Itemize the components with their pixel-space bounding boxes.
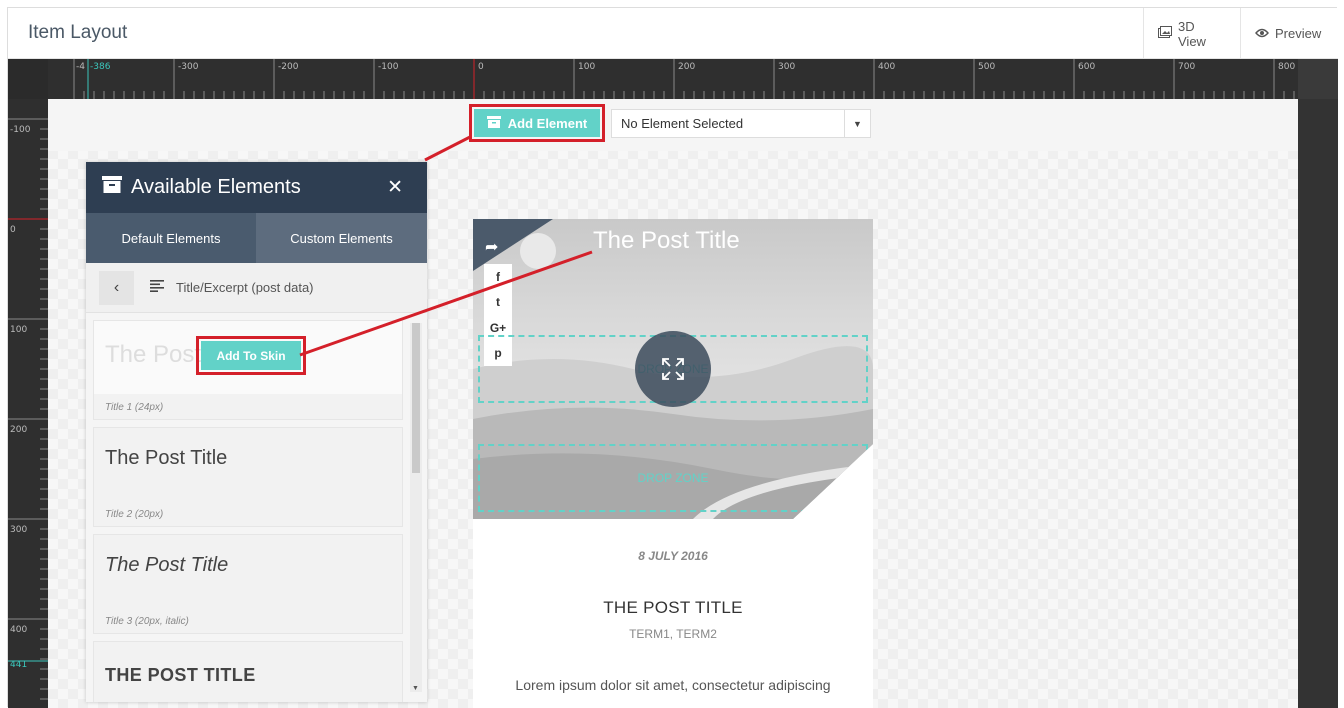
- v-ruler-label: 441: [10, 660, 28, 670]
- element-card-title-4[interactable]: THE POST TITLE: [93, 641, 403, 702]
- hero-image[interactable]: ➦ The Post Title f t G+ p DROP ZONE DROP…: [473, 219, 873, 519]
- expand-icon[interactable]: [635, 331, 711, 407]
- available-elements-panel: Available Elements ✕ Default Elements Cu…: [86, 162, 427, 702]
- workspace-right-gutter: [1298, 99, 1338, 708]
- add-to-skin-button[interactable]: Add To Skin: [196, 336, 306, 375]
- element-card-title-1[interactable]: The Post Title Add To Skin Title 1 (24px…: [93, 320, 403, 420]
- preview-button[interactable]: Preview: [1240, 8, 1338, 59]
- h-ruler-label: 500: [978, 62, 996, 72]
- post-terms[interactable]: TERM1, TERM2: [473, 627, 873, 641]
- post-title[interactable]: THE POST TITLE: [473, 598, 873, 618]
- v-ruler-label: 100: [10, 325, 28, 335]
- h-ruler-label: 800: [1278, 62, 1296, 72]
- eye-icon: [1255, 26, 1269, 41]
- h-ruler-label: 300: [778, 62, 796, 72]
- archive-icon: [486, 115, 501, 131]
- h-ruler-label: 200: [678, 62, 696, 72]
- post-excerpt[interactable]: Lorem ipsum dolor sit amet, consectetur …: [473, 677, 873, 693]
- layout-workspace: -4 -386 -300 -200 -100 0 100 200 300 400…: [8, 59, 1338, 708]
- h-ruler-label: 700: [1178, 62, 1196, 72]
- item-layout-window: Item Layout 3D View Preview -4 -386 -300: [7, 7, 1338, 708]
- add-element-button[interactable]: Add Element: [469, 104, 605, 142]
- top-bar: Item Layout 3D View Preview: [8, 8, 1338, 59]
- page-title: Item Layout: [28, 22, 128, 43]
- breadcrumb: ‹ Title/Excerpt (post data): [86, 263, 427, 313]
- gallery-icon: [1158, 26, 1172, 41]
- tab-custom-elements[interactable]: Custom Elements: [256, 213, 427, 263]
- panel-title: Available Elements: [131, 176, 301, 198]
- skin-preview-card: ➦ The Post Title f t G+ p DROP ZONE DROP…: [473, 219, 873, 708]
- hero-post-title[interactable]: The Post Title: [593, 227, 740, 255]
- h-ruler-label: -300: [178, 62, 199, 72]
- h-ruler-label: -200: [278, 62, 299, 72]
- vertical-ruler-ticks: [8, 118, 48, 700]
- element-list-scrollbar[interactable]: ▼: [410, 323, 422, 692]
- twitter-icon[interactable]: t: [496, 295, 500, 309]
- v-ruler-label: -100: [10, 125, 31, 135]
- share-icon[interactable]: ➦: [485, 237, 498, 257]
- h-ruler-label: -386: [90, 62, 111, 72]
- chevron-left-icon[interactable]: ‹: [99, 271, 134, 305]
- v-ruler-label: 200: [10, 425, 28, 435]
- close-icon[interactable]: ✕: [387, 176, 403, 199]
- archive-icon: [102, 176, 122, 199]
- h-ruler-label: 0: [478, 62, 484, 72]
- panel-header: Available Elements ✕: [86, 162, 427, 213]
- ruler-corner: [8, 59, 48, 99]
- preview-label: Preview: [1275, 26, 1322, 41]
- element-preview: The Post Title Add To Skin: [94, 321, 402, 394]
- v-ruler-label: 300: [10, 525, 28, 535]
- h-ruler-label: 400: [878, 62, 896, 72]
- add-element-label: Add Element: [507, 115, 588, 131]
- vertical-ruler[interactable]: -100 0 100 200 300 400 441: [8, 99, 48, 708]
- h-ruler-label: 600: [1078, 62, 1096, 72]
- h-ruler-label: -100: [378, 62, 399, 72]
- v-ruler-label: 0: [10, 225, 16, 235]
- 3d-view-button[interactable]: 3D View: [1143, 8, 1240, 59]
- horizontal-ruler[interactable]: -4 -386 -300 -200 -100 0 100 200 300 400…: [48, 59, 1298, 99]
- element-card-title-3[interactable]: The Post Title Title 3 (20px, italic): [93, 534, 403, 634]
- element-preview-text: The Post Title: [105, 447, 228, 469]
- caret-down-icon[interactable]: ▼: [412, 685, 419, 692]
- h-ruler-label: 100: [578, 62, 596, 72]
- v-ruler-label: 400: [10, 625, 28, 635]
- facebook-icon[interactable]: f: [496, 270, 500, 284]
- 3d-view-label: 3D View: [1178, 18, 1206, 49]
- horizontal-ruler-ticks: [73, 59, 1295, 99]
- scrollbar-thumb[interactable]: [412, 323, 420, 473]
- breadcrumb-label: Title/Excerpt (post data): [176, 280, 314, 295]
- layout-canvas[interactable]: Add Element No Element Selected ▼ Availa…: [48, 99, 1298, 708]
- element-caption: Title 1 (24px): [105, 402, 164, 413]
- element-select-value: No Element Selected: [621, 116, 744, 131]
- element-caption: Title 3 (20px, italic): [105, 616, 189, 627]
- element-select-dropdown[interactable]: No Element Selected ▼: [611, 109, 871, 138]
- google-plus-icon[interactable]: G+: [490, 321, 506, 335]
- h-ruler-label: -4: [76, 62, 85, 72]
- drop-zone[interactable]: DROP ZONE: [478, 444, 868, 512]
- tab-default-elements[interactable]: Default Elements: [86, 213, 256, 263]
- breadcrumb-label-group: Title/Excerpt (post data): [150, 280, 314, 295]
- element-preview-text: THE POST TITLE: [105, 665, 256, 685]
- post-date[interactable]: 8 JULY 2016: [473, 549, 873, 563]
- element-caption: Title 2 (20px): [105, 509, 164, 520]
- align-left-icon: [150, 280, 164, 295]
- element-list[interactable]: The Post Title Add To Skin Title 1 (24px…: [86, 313, 427, 702]
- element-card-title-2[interactable]: The Post Title Title 2 (20px): [93, 427, 403, 527]
- element-preview-text: The Post Title: [105, 554, 229, 576]
- caret-down-icon[interactable]: ▼: [844, 110, 870, 137]
